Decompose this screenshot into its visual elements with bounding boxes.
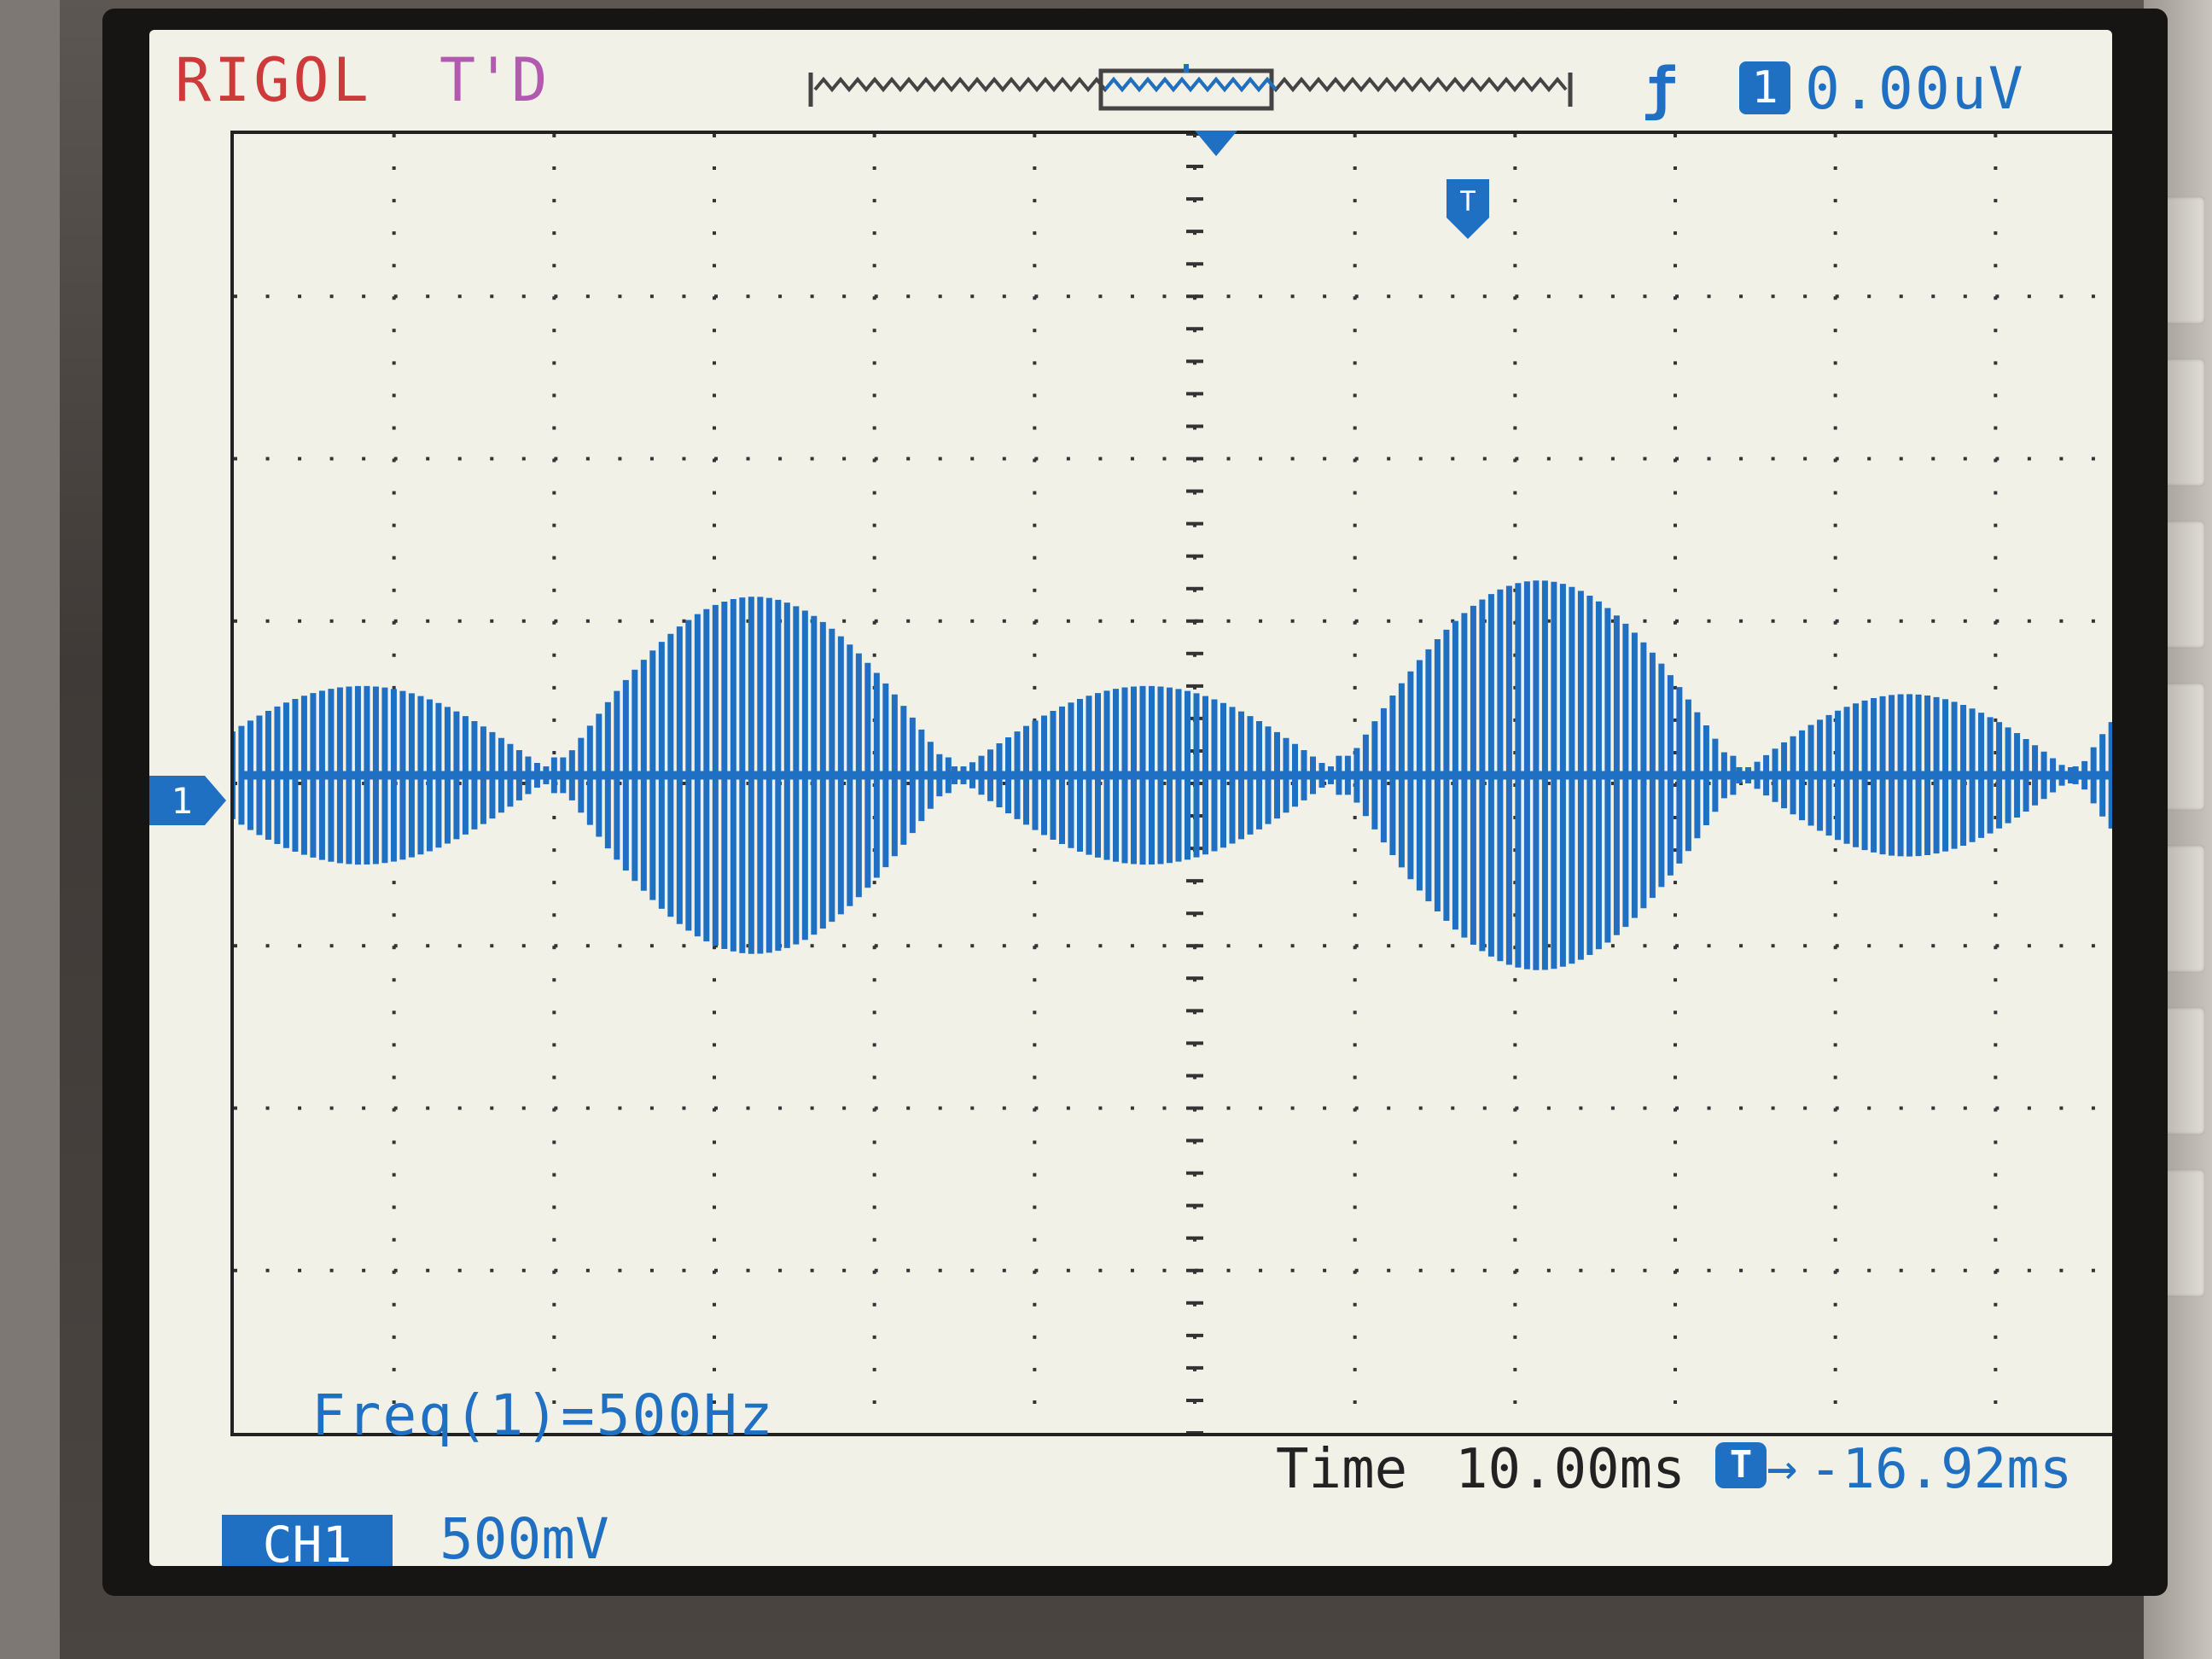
trigger-source-badge[interactable]: 1 xyxy=(1739,61,1790,114)
time-label: Time xyxy=(1276,1438,1408,1501)
volts-per-div-readout: 500mV xyxy=(439,1506,609,1566)
graticule-svg xyxy=(234,134,2112,1433)
acquisition-status: T'D xyxy=(439,45,548,115)
trigger-offset-readout: -16.92ms xyxy=(1809,1438,2073,1501)
trigger-level-marker: T xyxy=(1447,179,1489,239)
waveform-graticule xyxy=(230,131,2112,1436)
scope-screen: RIGOL T'D ƒ 1 0.00uV T 1 Freq(1)=500Hz T… xyxy=(149,30,2112,1566)
frequency-measurement: Freq(1)=500Hz xyxy=(311,1382,775,1448)
brand-label: RIGOL xyxy=(175,45,372,115)
memory-depth-bar xyxy=(808,64,1573,111)
trigger-position-marker xyxy=(1195,131,1237,156)
trigger-marker-label: T xyxy=(1459,185,1476,218)
offset-arrow-icon: → xyxy=(1767,1438,1798,1498)
channel1-badge[interactable]: CH1 xyxy=(222,1515,393,1566)
channel1-ground-marker: 1 xyxy=(149,776,226,825)
channel1-marker-label: 1 xyxy=(171,780,192,822)
timebase-readout: 10.00ms xyxy=(1455,1438,1685,1501)
rising-edge-icon: ƒ xyxy=(1643,55,1678,123)
trigger-level-readout: 0.00uV xyxy=(1805,55,2025,123)
trigger-offset-icon: T xyxy=(1715,1442,1767,1488)
